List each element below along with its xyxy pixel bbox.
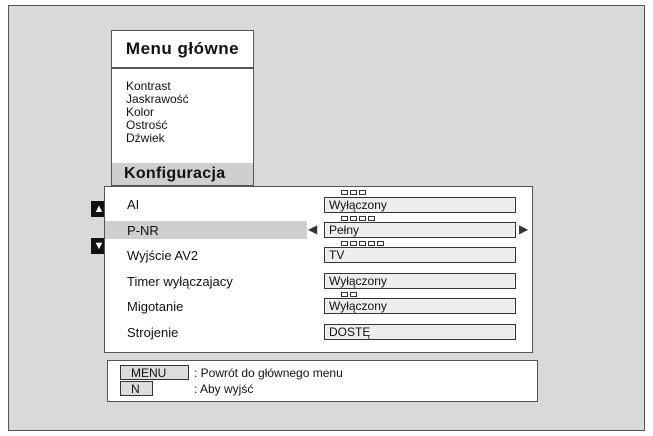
menu-item-konfiguracja[interactable]: Konfiguracja <box>112 163 253 185</box>
menu-item-dzwiek[interactable]: Dźwiek <box>126 132 165 145</box>
level-dots-pnr <box>341 216 377 221</box>
main-menu-list: Kontrast Jaskrawość Kolor Ostrość Dźwiek… <box>111 68 254 186</box>
row-label-av2[interactable]: Wyjście AV2 <box>127 248 198 263</box>
main-menu-title-text: Menu główne <box>125 39 240 58</box>
level-dots-migotanie <box>341 292 359 297</box>
row-label-strojenie[interactable]: Strojenie <box>127 325 178 340</box>
value-av2[interactable]: TV <box>324 247 516 263</box>
row-label-ai[interactable]: AI <box>127 197 139 212</box>
level-dots-ai <box>341 190 368 195</box>
n-key[interactable]: N <box>120 381 153 396</box>
menu-key[interactable]: MENU <box>120 365 189 380</box>
row-label-timer[interactable]: Timer wyłączajacy <box>127 274 233 289</box>
value-ai[interactable]: Wyłączony <box>324 197 516 213</box>
menu-key-description: : Powrót do głównego menu <box>194 366 343 380</box>
config-submenu: AI Wyłączony P-NR ◀ Pełny ▶ Wyjście AV2 … <box>104 186 533 353</box>
value-timer[interactable]: Wyłączony <box>324 273 516 289</box>
main-menu-title: Menu główne <box>111 30 254 68</box>
value-migotanie[interactable]: Wyłączony <box>324 298 516 314</box>
value-pnr[interactable]: Pełny <box>324 222 516 238</box>
value-right-arrow-icon[interactable]: ▶ <box>519 222 528 236</box>
value-left-arrow-icon[interactable]: ◀ <box>308 222 317 236</box>
row-label-migotanie[interactable]: Migotanie <box>127 299 183 314</box>
n-key-description: : Aby wyjść <box>194 382 254 396</box>
level-dots-av2 <box>341 241 386 246</box>
row-label-pnr[interactable]: P-NR <box>127 223 159 238</box>
help-box: MENU : Powrót do głównego menu N : Aby w… <box>107 360 538 402</box>
value-strojenie[interactable]: DOSTĘ <box>324 324 516 340</box>
